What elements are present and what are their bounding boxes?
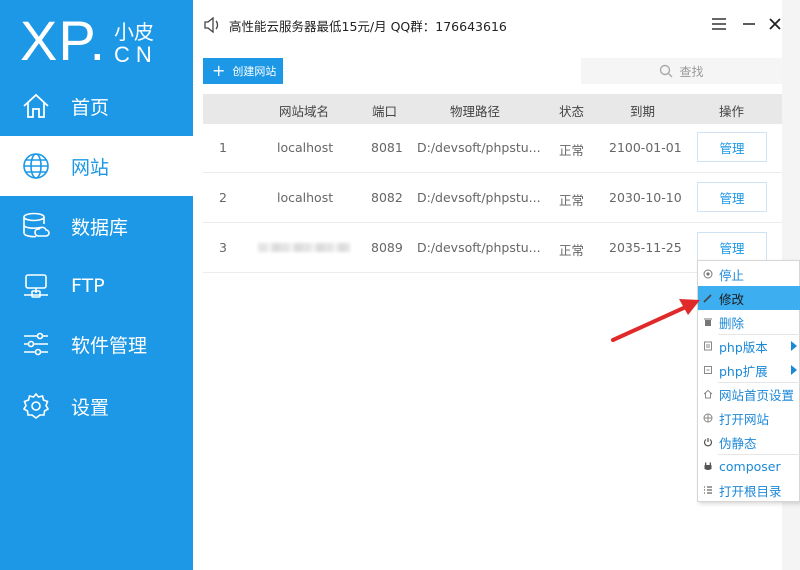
php-version-icon [702,340,714,352]
row-port: 8089 [371,240,403,255]
sidebar-item-database[interactable]: 数据库 [0,196,193,256]
sidebar-item-ftp[interactable]: FTP [0,256,193,316]
menu-item-rewrite[interactable]: 伪静态 [698,430,800,454]
table-row[interactable]: 1 localhost 8081 D:/devsoft/phpstu... 正常… [203,123,782,173]
table-row[interactable]: 3 8089 D:/devsoft/phpstu... 正常 2035-11-2… [203,223,782,273]
logo-small-text: 小皮 [114,20,154,44]
menu-item-label: 打开网站 [719,411,770,427]
column-header-port[interactable]: 端口 [372,101,397,120]
submenu-arrow-icon [791,365,797,375]
globe-small-icon [702,412,714,424]
gear-icon [21,391,51,421]
column-header-action: 操作 [719,104,745,119]
row-expiry: 2100-01-01 [609,140,682,155]
menu-item-label: 删除 [719,315,745,331]
column-header-expiry[interactable]: 到期 [630,101,655,120]
create-website-label: 创建网站 [232,65,277,78]
menu-item-open-website[interactable]: 打开网站 [698,406,800,430]
php-extension-icon [702,364,714,376]
composer-icon [702,460,714,472]
manage-button[interactable]: 管理 [697,182,767,212]
menu-item-label: php扩展 [719,363,768,379]
search-placeholder: 查找 [679,64,704,79]
sidebar-item-websites[interactable]: 网站 [0,136,193,196]
logo-cn: CN [114,42,158,67]
menu-item-modify[interactable]: 修改 [698,286,800,310]
sidebar-item-label: 设置 [71,396,110,419]
database-icon [21,211,51,241]
homepage-icon [702,388,714,400]
menu-item-stop[interactable]: 停止 [698,262,800,286]
menu-item-php-version[interactable]: php版本 [698,334,800,358]
title-bar: 高性能云服务器最低15元/月 QQ群：176643616 [193,0,782,50]
globe-icon [21,151,51,181]
home-icon [21,91,51,121]
sidebar-item-label: 数据库 [71,216,129,239]
ftp-server-icon [21,271,51,301]
row-status: 正常 [559,243,585,258]
table-row[interactable]: 2 localhost 8082 D:/devsoft/phpstu... 正常… [203,173,782,223]
row-index: 1 [219,140,227,155]
menu-item-label: 伪静态 [719,435,757,451]
menu-item-label: php版本 [719,339,768,355]
menu-item-label: 网站首页设置 [719,387,795,403]
row-path: D:/devsoft/phpstu... [417,140,541,155]
sidebar-item-label: FTP [71,275,105,297]
row-expiry: 2030-10-10 [609,190,682,205]
sidebar-item-label: 网站 [71,156,110,179]
row-index: 3 [219,240,227,255]
hamburger-icon[interactable] [709,14,729,34]
blurred-domain [258,243,350,252]
power-icon [702,436,714,448]
menu-item-label: 停止 [719,267,745,283]
minimize-icon[interactable] [739,14,759,34]
pencil-icon [702,292,714,304]
row-index: 2 [219,190,227,205]
manage-button[interactable]: 管理 [697,132,767,162]
menu-item-homepage-settings[interactable]: 网站首页设置 [698,382,800,406]
speaker-icon [203,16,221,34]
row-path: D:/devsoft/phpstu... [417,240,541,255]
search-icon [660,64,673,78]
row-status: 正常 [559,193,585,208]
menu-item-open-root[interactable]: 打开根目录 [698,478,800,502]
column-header-domain[interactable]: 网站域名 [279,101,329,120]
row-domain: localhost [277,140,334,155]
row-path: D:/devsoft/phpstu... [417,190,541,205]
row-expiry: 2035-11-25 [609,240,682,255]
menu-item-php-extension[interactable]: php扩展 [698,358,800,382]
menu-item-composer[interactable]: composer [698,454,800,478]
sidebar: XP. 小皮 CN 首页 网站 数据库 FTP 软件管理 设置 [0,0,193,570]
plus-icon: + [212,61,226,80]
list-icon [702,484,714,496]
menu-item-label: 打开根目录 [719,483,782,499]
manage-button[interactable]: 管理 [697,232,767,262]
sidebar-item-label: 软件管理 [71,334,148,357]
sidebar-item-settings[interactable]: 设置 [0,376,193,436]
logo-xp: XP. [20,9,107,72]
stop-icon [702,268,714,280]
row-domain: localhost [277,190,334,205]
menu-item-label: composer [719,458,781,474]
sidebar-item-label: 首页 [71,96,110,119]
announcement-text[interactable]: 高性能云服务器最低15元/月 QQ群：176643616 [229,16,507,35]
row-port: 8081 [371,140,403,155]
table-header: 网站域名 端口 物理路径 状态 到期 操作 [203,94,782,124]
sliders-icon [21,329,51,359]
column-header-status[interactable]: 状态 [559,101,584,120]
row-port: 8082 [371,190,403,205]
close-icon[interactable] [765,14,785,34]
sidebar-item-home[interactable]: 首页 [0,76,193,136]
submenu-arrow-icon [791,341,797,351]
menu-item-label: 修改 [719,291,745,307]
row-status: 正常 [559,143,585,158]
create-website-button[interactable]: + 创建网站 [203,58,283,84]
column-header-path[interactable]: 物理路径 [450,101,500,120]
menu-item-delete[interactable]: 删除 [698,310,800,334]
sidebar-item-software[interactable]: 软件管理 [0,314,193,374]
search-input[interactable]: 查找 [581,58,782,84]
context-menu: 停止 修改 删除 php版本 php扩展 网站首页设置 打开网站 伪静态 com… [697,260,800,502]
trash-icon [702,316,714,328]
logo: XP. 小皮 CN [20,10,190,72]
